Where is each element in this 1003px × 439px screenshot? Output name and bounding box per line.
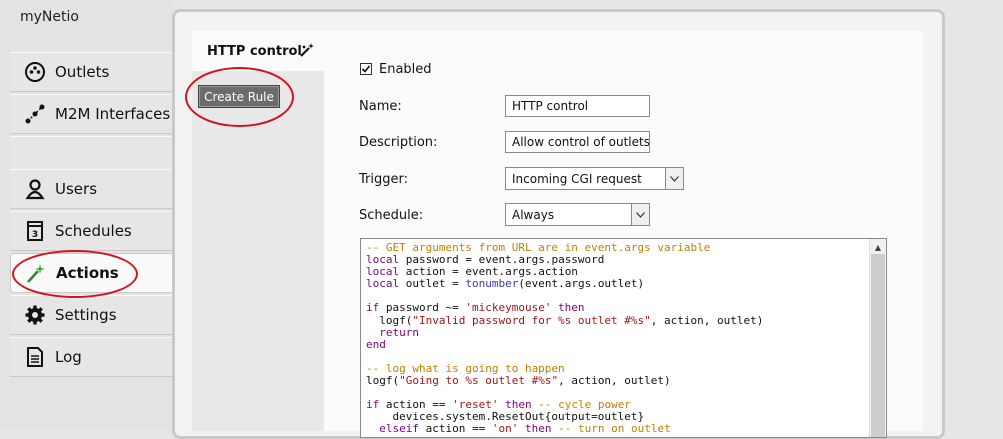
checkmark-icon (361, 65, 371, 73)
sidebar-item-label: Log (55, 348, 82, 366)
sidebar-item-schedules[interactable]: 3 Schedules (10, 211, 174, 251)
schedule-select-value: Always (512, 208, 555, 222)
user-icon (22, 176, 48, 202)
sidebar-item-label: Actions (56, 264, 119, 282)
sidebar-item-m2m-interfaces[interactable]: M2M Interfaces (10, 94, 174, 134)
code-line: return (379, 325, 419, 339)
description-label: Description: (359, 135, 438, 150)
schedule-label: Schedule: (359, 208, 424, 223)
sidebar-item-log[interactable]: Log (10, 337, 174, 377)
schedule-select[interactable]: Always (505, 203, 650, 226)
magic-wand-icon (299, 42, 315, 58)
sidebar: myNetio Outlets M2M Interfaces Users 3 S… (0, 0, 176, 428)
sidebar-item-label: Users (55, 180, 98, 198)
code-editor[interactable]: -- GET arguments from URL are in event.a… (360, 238, 887, 438)
code-line: local password = event.args.password (366, 253, 605, 267)
sidebar-item-label: M2M Interfaces (55, 105, 171, 123)
name-label: Name: (359, 99, 402, 114)
magic-wand-icon (23, 260, 49, 286)
code-scrollbar[interactable]: ▲ (869, 239, 886, 437)
trigger-select-value: Incoming CGI request (512, 172, 642, 186)
rule-tab-http-control[interactable]: HTTP control (192, 31, 324, 71)
document-icon (22, 344, 48, 370)
sidebar-item-label: Settings (55, 306, 117, 324)
trigger-label: Trigger: (359, 172, 408, 187)
enabled-label: Enabled (379, 62, 432, 77)
sidebar-item-settings[interactable]: Settings (10, 295, 174, 335)
rule-tab-label: HTTP control (207, 43, 302, 59)
code-line: logf("Going to %s outlet #%s", action, o… (366, 374, 671, 388)
code-line: devices.system.ResetOut{output=outlet} (366, 410, 645, 424)
sidebar-item-label: Outlets (55, 63, 110, 81)
chevron-down-icon (631, 204, 649, 225)
description-field[interactable]: Allow control of outlets (505, 131, 650, 153)
gear-icon (22, 302, 48, 328)
sidebar-item-actions[interactable]: Actions (10, 253, 176, 293)
code-line: local outlet = tonumber(event.args.outle… (366, 277, 645, 291)
code-line: -- GET arguments from URL are in event.a… (366, 241, 711, 254)
code-line: if action == 'reset' then -- cycle power (366, 398, 631, 412)
chevron-up-icon[interactable]: ▲ (873, 243, 883, 252)
code-text: -- GET arguments from URL are in event.a… (366, 241, 764, 436)
sidebar-item-users[interactable]: Users (10, 169, 174, 209)
outlet-icon (22, 59, 48, 85)
chevron-down-icon (665, 168, 683, 189)
m2m-icon (22, 101, 48, 127)
code-line: local action = event.args.action (366, 265, 578, 279)
calendar-icon: 3 (22, 218, 48, 244)
name-field[interactable]: HTTP control (505, 95, 650, 117)
trigger-select[interactable]: Incoming CGI request (505, 167, 684, 190)
svg-text:3: 3 (32, 230, 38, 240)
code-line: elseif action == 'on' then -- turn on ou… (379, 422, 671, 436)
create-rule-button[interactable]: Create Rule (198, 85, 280, 108)
scrollbar-thumb[interactable] (871, 254, 885, 437)
sidebar-item-outlets[interactable]: Outlets (10, 52, 174, 92)
app-title: myNetio (20, 9, 79, 25)
sidebar-item-label: Schedules (55, 222, 132, 240)
code-line: -- log what is going to happen (366, 361, 565, 375)
code-line: if password ~= 'mickeymouse' then (366, 301, 585, 315)
enabled-checkbox[interactable] (360, 63, 372, 75)
code-line: logf("Invalid password for %s outlet #%s… (366, 313, 764, 327)
code-line: end (366, 337, 386, 351)
